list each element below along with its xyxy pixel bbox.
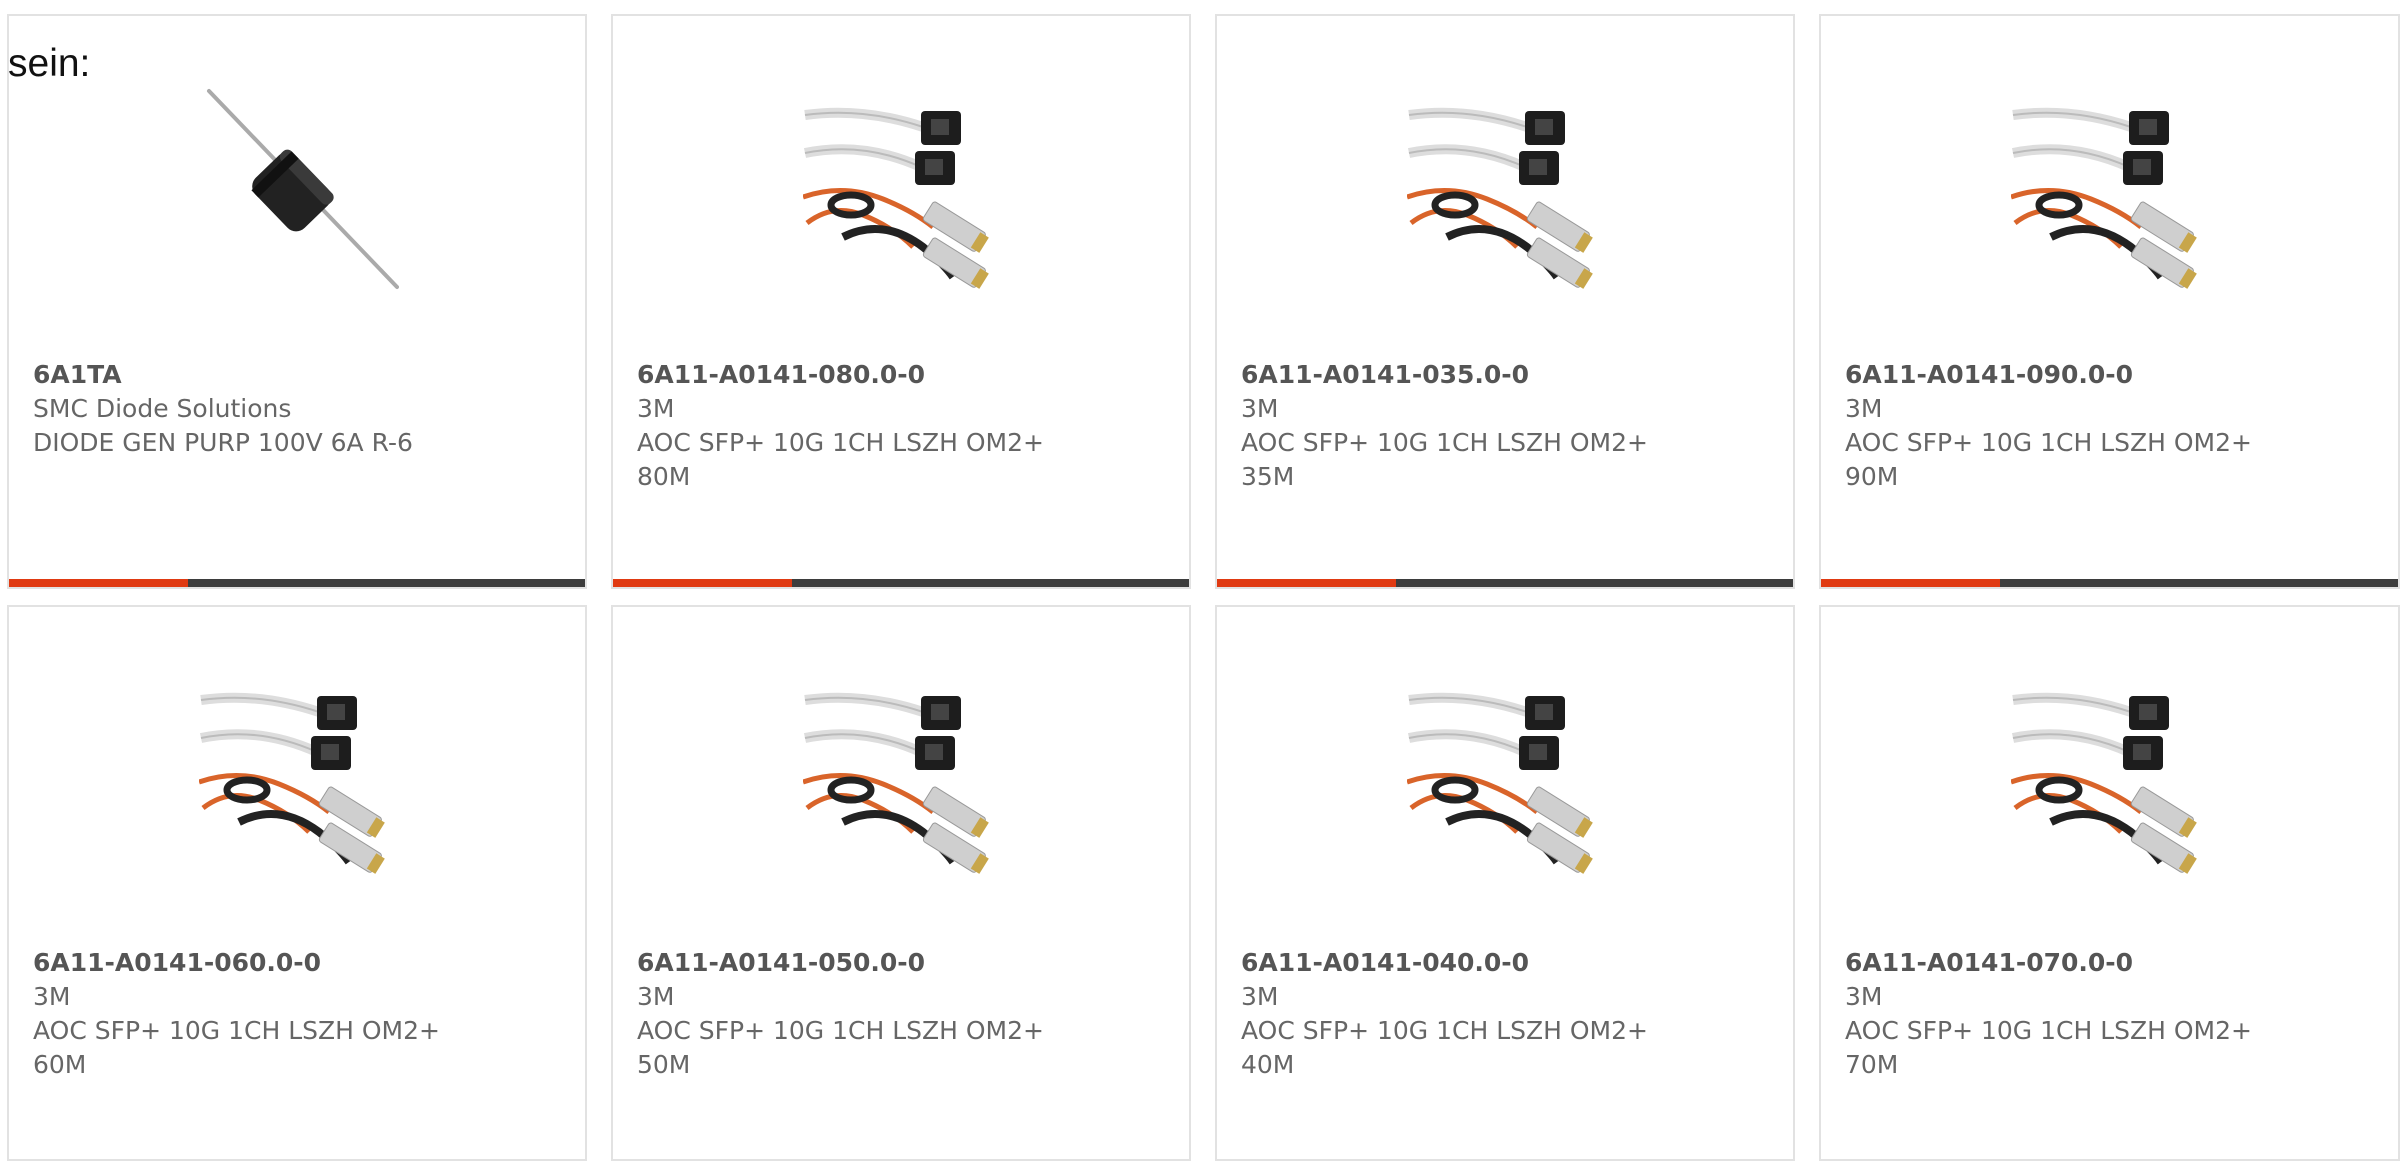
product-card[interactable]: 6A11-A0141-040.0-0 3M AOC SFP+ 10G 1CH LSZ… — [1215, 605, 1795, 1161]
cable-image[interactable] — [803, 87, 1003, 293]
manufacturer-label: 3M — [1845, 982, 1883, 1011]
part-number-link[interactable]: 6A11-A0141-060.0-0 — [33, 946, 565, 980]
product-description: AOC SFP+ 10G 1CH LSZH OM2+ 60M — [33, 1016, 440, 1079]
manufacturer-label: 3M — [1241, 394, 1279, 423]
product-description: AOC SFP+ 10G 1CH LSZH OM2+ 90M — [1845, 428, 2252, 491]
progress-bar — [9, 579, 585, 587]
product-description: AOC SFP+ 10G 1CH LSZH OM2+ 40M — [1241, 1016, 1648, 1079]
cable-image[interactable] — [199, 672, 399, 878]
product-card[interactable]: 6A1TA SMC Diode Solutions DIODE GEN PURP 1… — [7, 14, 587, 589]
product-info: 6A11-A0141-070.0-0 3M AOC SFP+ 10G 1CH LSZ… — [1845, 946, 2378, 1082]
progress-bar — [1821, 579, 2398, 587]
product-grid-page: sein: 6A1TA SMC Diode Solutions DIODE GEN … — [0, 0, 2400, 1161]
manufacturer-label: 3M — [1241, 982, 1279, 1011]
part-number-link[interactable]: 6A11-A0141-035.0-0 — [1241, 358, 1773, 392]
product-description: DIODE GEN PURP 100V 6A R-6 — [33, 428, 413, 457]
part-number-link[interactable]: 6A1TA — [33, 358, 565, 392]
cable-image[interactable] — [2011, 672, 2211, 878]
product-info: 6A11-A0141-090.0-0 3M AOC SFP+ 10G 1CH LSZ… — [1845, 358, 2378, 494]
product-description: AOC SFP+ 10G 1CH LSZH OM2+ 35M — [1241, 428, 1648, 491]
part-number-link[interactable]: 6A11-A0141-090.0-0 — [1845, 358, 2378, 392]
cable-image[interactable] — [803, 672, 1003, 878]
progress-bar — [1217, 579, 1793, 587]
product-card[interactable]: 6A11-A0141-090.0-0 3M AOC SFP+ 10G 1CH LSZ… — [1819, 14, 2400, 589]
product-card[interactable]: 6A11-A0141-080.0-0 3M AOC SFP+ 10G 1CH LSZ… — [611, 14, 1191, 589]
part-number-link[interactable]: 6A11-A0141-080.0-0 — [637, 358, 1169, 392]
progress-bar-fill — [1821, 579, 2000, 587]
manufacturer-label: 3M — [637, 394, 675, 423]
manufacturer-label: 3M — [637, 982, 675, 1011]
product-info: 6A11-A0141-040.0-0 3M AOC SFP+ 10G 1CH LSZ… — [1241, 946, 1773, 1082]
part-number-link[interactable]: 6A11-A0141-050.0-0 — [637, 946, 1169, 980]
product-card[interactable]: 6A11-A0141-070.0-0 3M AOC SFP+ 10G 1CH LSZ… — [1819, 605, 2400, 1161]
heading-fragment: sein: — [8, 42, 91, 85]
part-number-link[interactable]: 6A11-A0141-040.0-0 — [1241, 946, 1773, 980]
cable-image[interactable] — [1407, 87, 1607, 293]
part-number-link[interactable]: 6A11-A0141-070.0-0 — [1845, 946, 2378, 980]
product-description: AOC SFP+ 10G 1CH LSZH OM2+ 50M — [637, 1016, 1044, 1079]
product-description: AOC SFP+ 10G 1CH LSZH OM2+ 80M — [637, 428, 1044, 491]
product-card[interactable]: 6A11-A0141-060.0-0 3M AOC SFP+ 10G 1CH LSZ… — [7, 605, 587, 1161]
progress-bar-fill — [9, 579, 188, 587]
progress-bar-fill — [613, 579, 792, 587]
progress-bar-fill — [1217, 579, 1396, 587]
product-info: 6A11-A0141-035.0-0 3M AOC SFP+ 10G 1CH LSZ… — [1241, 358, 1773, 494]
progress-bar — [613, 579, 1189, 587]
product-description: AOC SFP+ 10G 1CH LSZH OM2+ 70M — [1845, 1016, 2252, 1079]
product-card[interactable]: 6A11-A0141-050.0-0 3M AOC SFP+ 10G 1CH LSZ… — [611, 605, 1191, 1161]
manufacturer-label: 3M — [1845, 394, 1883, 423]
cable-image[interactable] — [1407, 672, 1607, 878]
product-info: 6A11-A0141-050.0-0 3M AOC SFP+ 10G 1CH LSZ… — [637, 946, 1169, 1082]
cable-image[interactable] — [2011, 87, 2211, 293]
product-card[interactable]: 6A11-A0141-035.0-0 3M AOC SFP+ 10G 1CH LSZ… — [1215, 14, 1795, 589]
product-info: 6A1TA SMC Diode Solutions DIODE GEN PURP 1… — [33, 358, 565, 460]
diode-image[interactable] — [199, 87, 399, 293]
product-info: 6A11-A0141-080.0-0 3M AOC SFP+ 10G 1CH LSZ… — [637, 358, 1169, 494]
manufacturer-label: SMC Diode Solutions — [33, 394, 292, 423]
manufacturer-label: 3M — [33, 982, 71, 1011]
product-info: 6A11-A0141-060.0-0 3M AOC SFP+ 10G 1CH LSZ… — [33, 946, 565, 1082]
